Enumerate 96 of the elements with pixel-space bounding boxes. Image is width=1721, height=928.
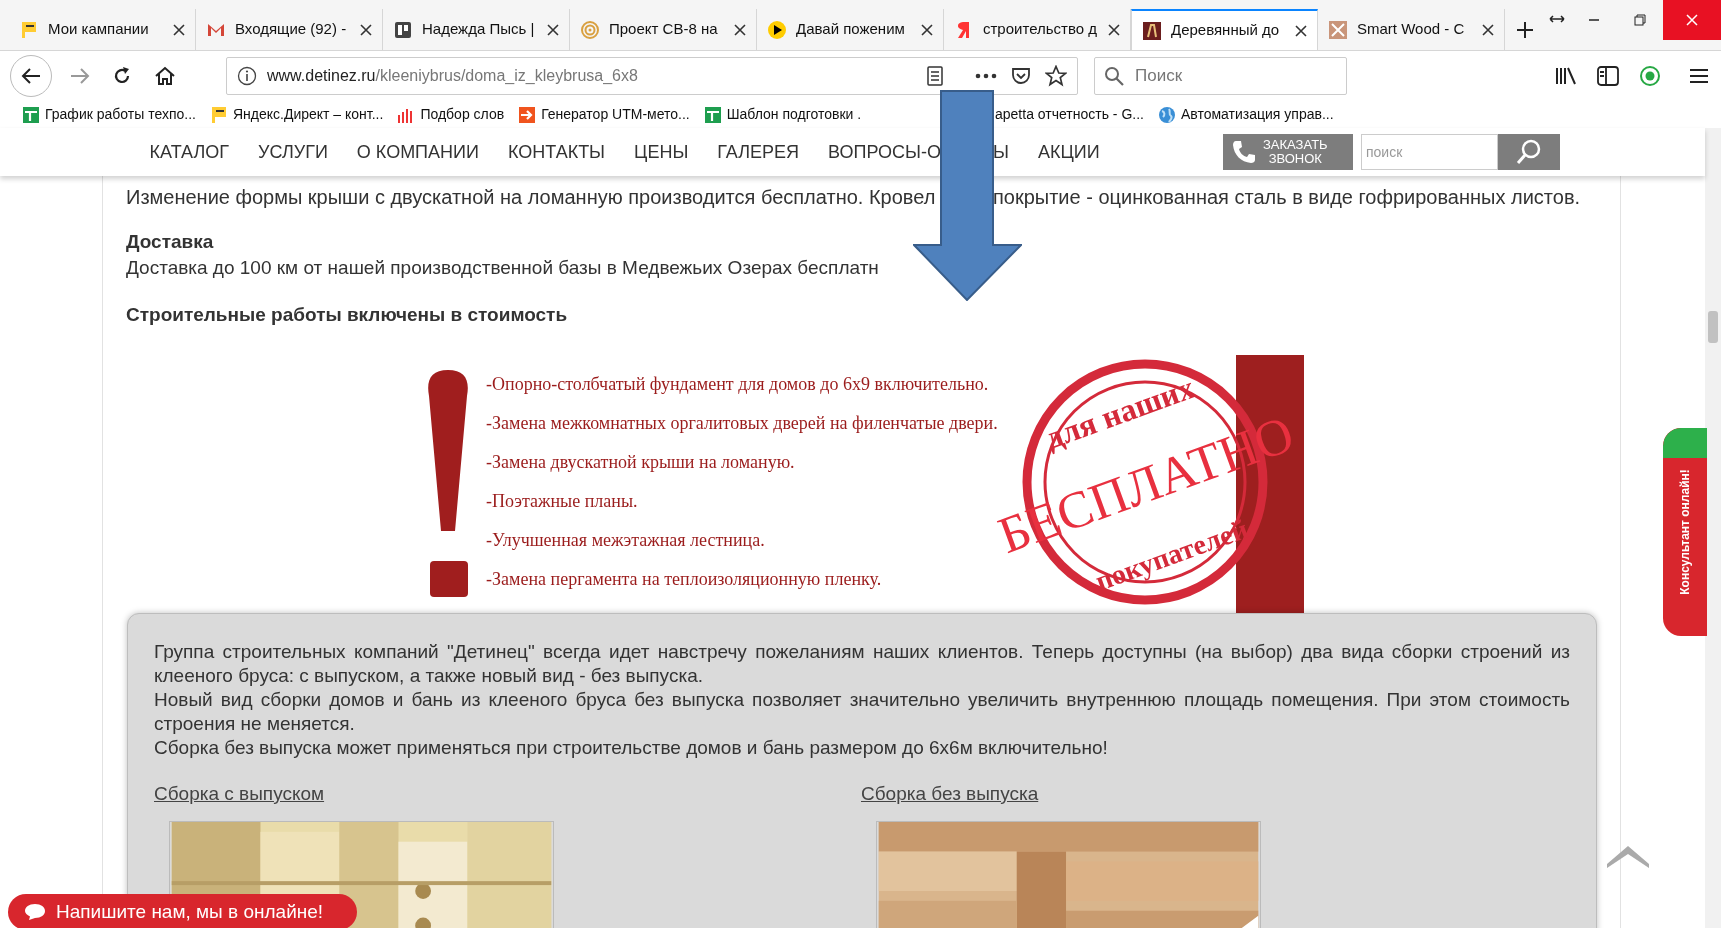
- consultant-tab[interactable]: Консультант онлайн!: [1663, 428, 1707, 636]
- bookmark[interactable]: График работы техпо...: [22, 104, 196, 125]
- bookmark[interactable]: Подбор слов: [397, 104, 505, 125]
- tab-title: Давай поженим: [796, 19, 906, 40]
- close-icon[interactable]: [1108, 23, 1120, 36]
- sidebar-icon[interactable]: [1597, 66, 1619, 86]
- callback-button[interactable]: ЗАКАЗАТЬ ЗВОНОК: [1223, 134, 1353, 170]
- tab-title: Деревянный до: [1171, 20, 1281, 41]
- address-bar[interactable]: www.detinez.ru/kleeniybrus/doma_iz_kleybrusa_6x8: [226, 57, 1078, 95]
- tab-title: Мои кампании: [48, 19, 150, 40]
- back-arrow-icon: [21, 67, 41, 85]
- flag-icon: [209, 105, 228, 124]
- record-icon[interactable]: [1639, 65, 1661, 87]
- paragraph: Группа строительных компаний "Детинец" всегда идет навстречу пожеланиям наших клиентов. Теперь доступны (на выбор) два вида сборки строений из клееного бруса: с выпуском, а также новый вид - без выпуска.: [154, 640, 1570, 688]
- search-icon: [1104, 66, 1124, 86]
- tab-title: Проект СВ-8 на: [609, 19, 719, 40]
- bookmark[interactable]: apetta отчетность - G...: [995, 104, 1144, 125]
- paragraph: Сборка без выпуска может применяться при строительстве домов и бань размером до 6х6м включительно!: [154, 736, 1109, 760]
- nav-link[interactable]: ГАЛЕРЕЯ: [717, 138, 800, 166]
- nav-link[interactable]: Ы: [993, 138, 1009, 166]
- brand-icon: [1142, 20, 1162, 41]
- play-icon: [767, 19, 787, 40]
- close-icon[interactable]: [360, 23, 372, 36]
- banner-text: -Замена двускатной крыши на ломаную.: [486, 451, 796, 474]
- url-host: www.detinez.ru: [267, 67, 376, 84]
- forward-arrow-icon[interactable]: [70, 67, 90, 85]
- banner-text: -Замена межкомнатных оргалитовых дверей на филенчатые двери.: [486, 412, 998, 433]
- bookmark[interactable]: Генератор UTM-мето...: [518, 104, 690, 125]
- browser-tab[interactable]: Надежда Пысь |: [383, 9, 570, 50]
- flag-icon: [19, 19, 39, 40]
- search-icon: [1515, 138, 1543, 166]
- tab-title: Smart Wood - С: [1357, 19, 1466, 40]
- reader-view-icon[interactable]: [927, 66, 943, 86]
- chat-button[interactable]: Напишите нам, мы в онлайне!: [8, 894, 357, 928]
- body-text: Изменение формы крыши с двускатной на ломанную производится бесплатно. Кровел: [126, 185, 937, 210]
- menu-icon[interactable]: [1689, 67, 1709, 85]
- banner-text: -Поэтажные планы.: [486, 490, 639, 513]
- browser-tab[interactable]: Деревянный до: [1131, 9, 1318, 50]
- section-heading: Строительные работы включены в стоимость: [126, 302, 569, 327]
- scrollbar-thumb[interactable]: [1708, 311, 1718, 343]
- nav-link[interactable]: АКЦИИ: [1037, 138, 1100, 166]
- close-icon[interactable]: [1295, 24, 1307, 37]
- nav-link[interactable]: КОНТАКТЫ: [507, 138, 606, 166]
- browser-tab[interactable]: Проект СВ-8 на: [570, 9, 757, 50]
- plus-icon[interactable]: [1516, 20, 1534, 39]
- browser-tab[interactable]: Smart Wood - С: [1318, 9, 1505, 50]
- close-icon[interactable]: [1482, 23, 1494, 36]
- nav-link[interactable]: О КОМПАНИИ: [356, 138, 479, 166]
- more-icon[interactable]: [975, 73, 997, 79]
- library-icon[interactable]: [1555, 66, 1577, 86]
- globe-icon: [1157, 105, 1176, 124]
- close-icon[interactable]: [547, 23, 559, 36]
- assembly-link[interactable]: Сборка с выпуском: [154, 780, 325, 809]
- banner-text: -Опорно-столбчатый фундамент для домов до 6х9 включительно.: [486, 373, 990, 396]
- body-text: Доставка до 100 км от нашей производственной базы в Медвежьих Озерах бесплатн: [126, 256, 879, 280]
- nav-link[interactable]: ЦЕНЫ: [634, 138, 689, 166]
- sheet-icon: [22, 105, 40, 124]
- url-path: /kleeniybrus/doma_iz_kleybrusa_6x8: [375, 67, 638, 84]
- rings-icon: [580, 19, 600, 40]
- search-button[interactable]: [1498, 134, 1560, 170]
- search-field[interactable]: поиск: [1361, 134, 1498, 170]
- body-text: покрытие - оцинкованная сталь в виде гофрированных листов.: [993, 185, 1581, 210]
- bookmark[interactable]: Шаблон подготовки .: [703, 104, 862, 125]
- nav-link[interactable]: УСЛУГИ: [258, 138, 328, 166]
- close-icon[interactable]: [173, 23, 185, 36]
- pocket-icon[interactable]: [1011, 66, 1031, 86]
- tab-title: строительство д: [983, 19, 1098, 40]
- browser-tab[interactable]: Мои кампании: [9, 9, 196, 50]
- restore-icon[interactable]: [1634, 14, 1646, 26]
- close-icon[interactable]: [921, 23, 933, 36]
- resize-icon[interactable]: [1549, 14, 1565, 24]
- sheet-icon: [703, 105, 722, 124]
- close-icon[interactable]: [734, 23, 746, 36]
- tab-title: Надежда Пысь |: [422, 19, 536, 40]
- bookmark[interactable]: Яндекс.Директ – конт...: [209, 104, 384, 125]
- browser-tab[interactable]: Входящие (92) -: [196, 9, 383, 50]
- browser-tab[interactable]: Давай поженим: [757, 9, 944, 50]
- board-icon: [393, 19, 413, 40]
- info-icon: [237, 66, 257, 86]
- star-icon[interactable]: [1045, 65, 1067, 87]
- wood-icon: [1328, 19, 1348, 40]
- paragraph: Новый вид сборки домов и бань из клееного бруса без выпуска позволяет значительно увеличить внутреннюю площадь помещения. При этом стоимость строения не меняется.: [154, 688, 1570, 736]
- bookmark[interactable]: Автоматизация управ...: [1157, 104, 1334, 125]
- assembly-link[interactable]: Сборка без выпуска: [861, 780, 1039, 809]
- banner-text: -Замена пергамента на теплоизоляционную пленку.: [486, 568, 883, 591]
- chat-bubble-icon: [24, 903, 46, 921]
- nav-link[interactable]: КАТАЛОГ: [149, 138, 230, 166]
- banner-text: -Улучшенная межэтажная лестница.: [486, 529, 766, 552]
- section-heading: Доставка: [126, 230, 215, 254]
- reload-icon[interactable]: [112, 66, 132, 86]
- scrollbar[interactable]: [1705, 128, 1721, 928]
- nav-link[interactable]: ВОПРОСЫ-О: [828, 138, 941, 166]
- tab-title: Входящие (92) -: [235, 19, 348, 40]
- home-icon[interactable]: [154, 66, 176, 86]
- phone-icon: [1231, 139, 1257, 165]
- search-field[interactable]: Поиск: [1094, 57, 1347, 95]
